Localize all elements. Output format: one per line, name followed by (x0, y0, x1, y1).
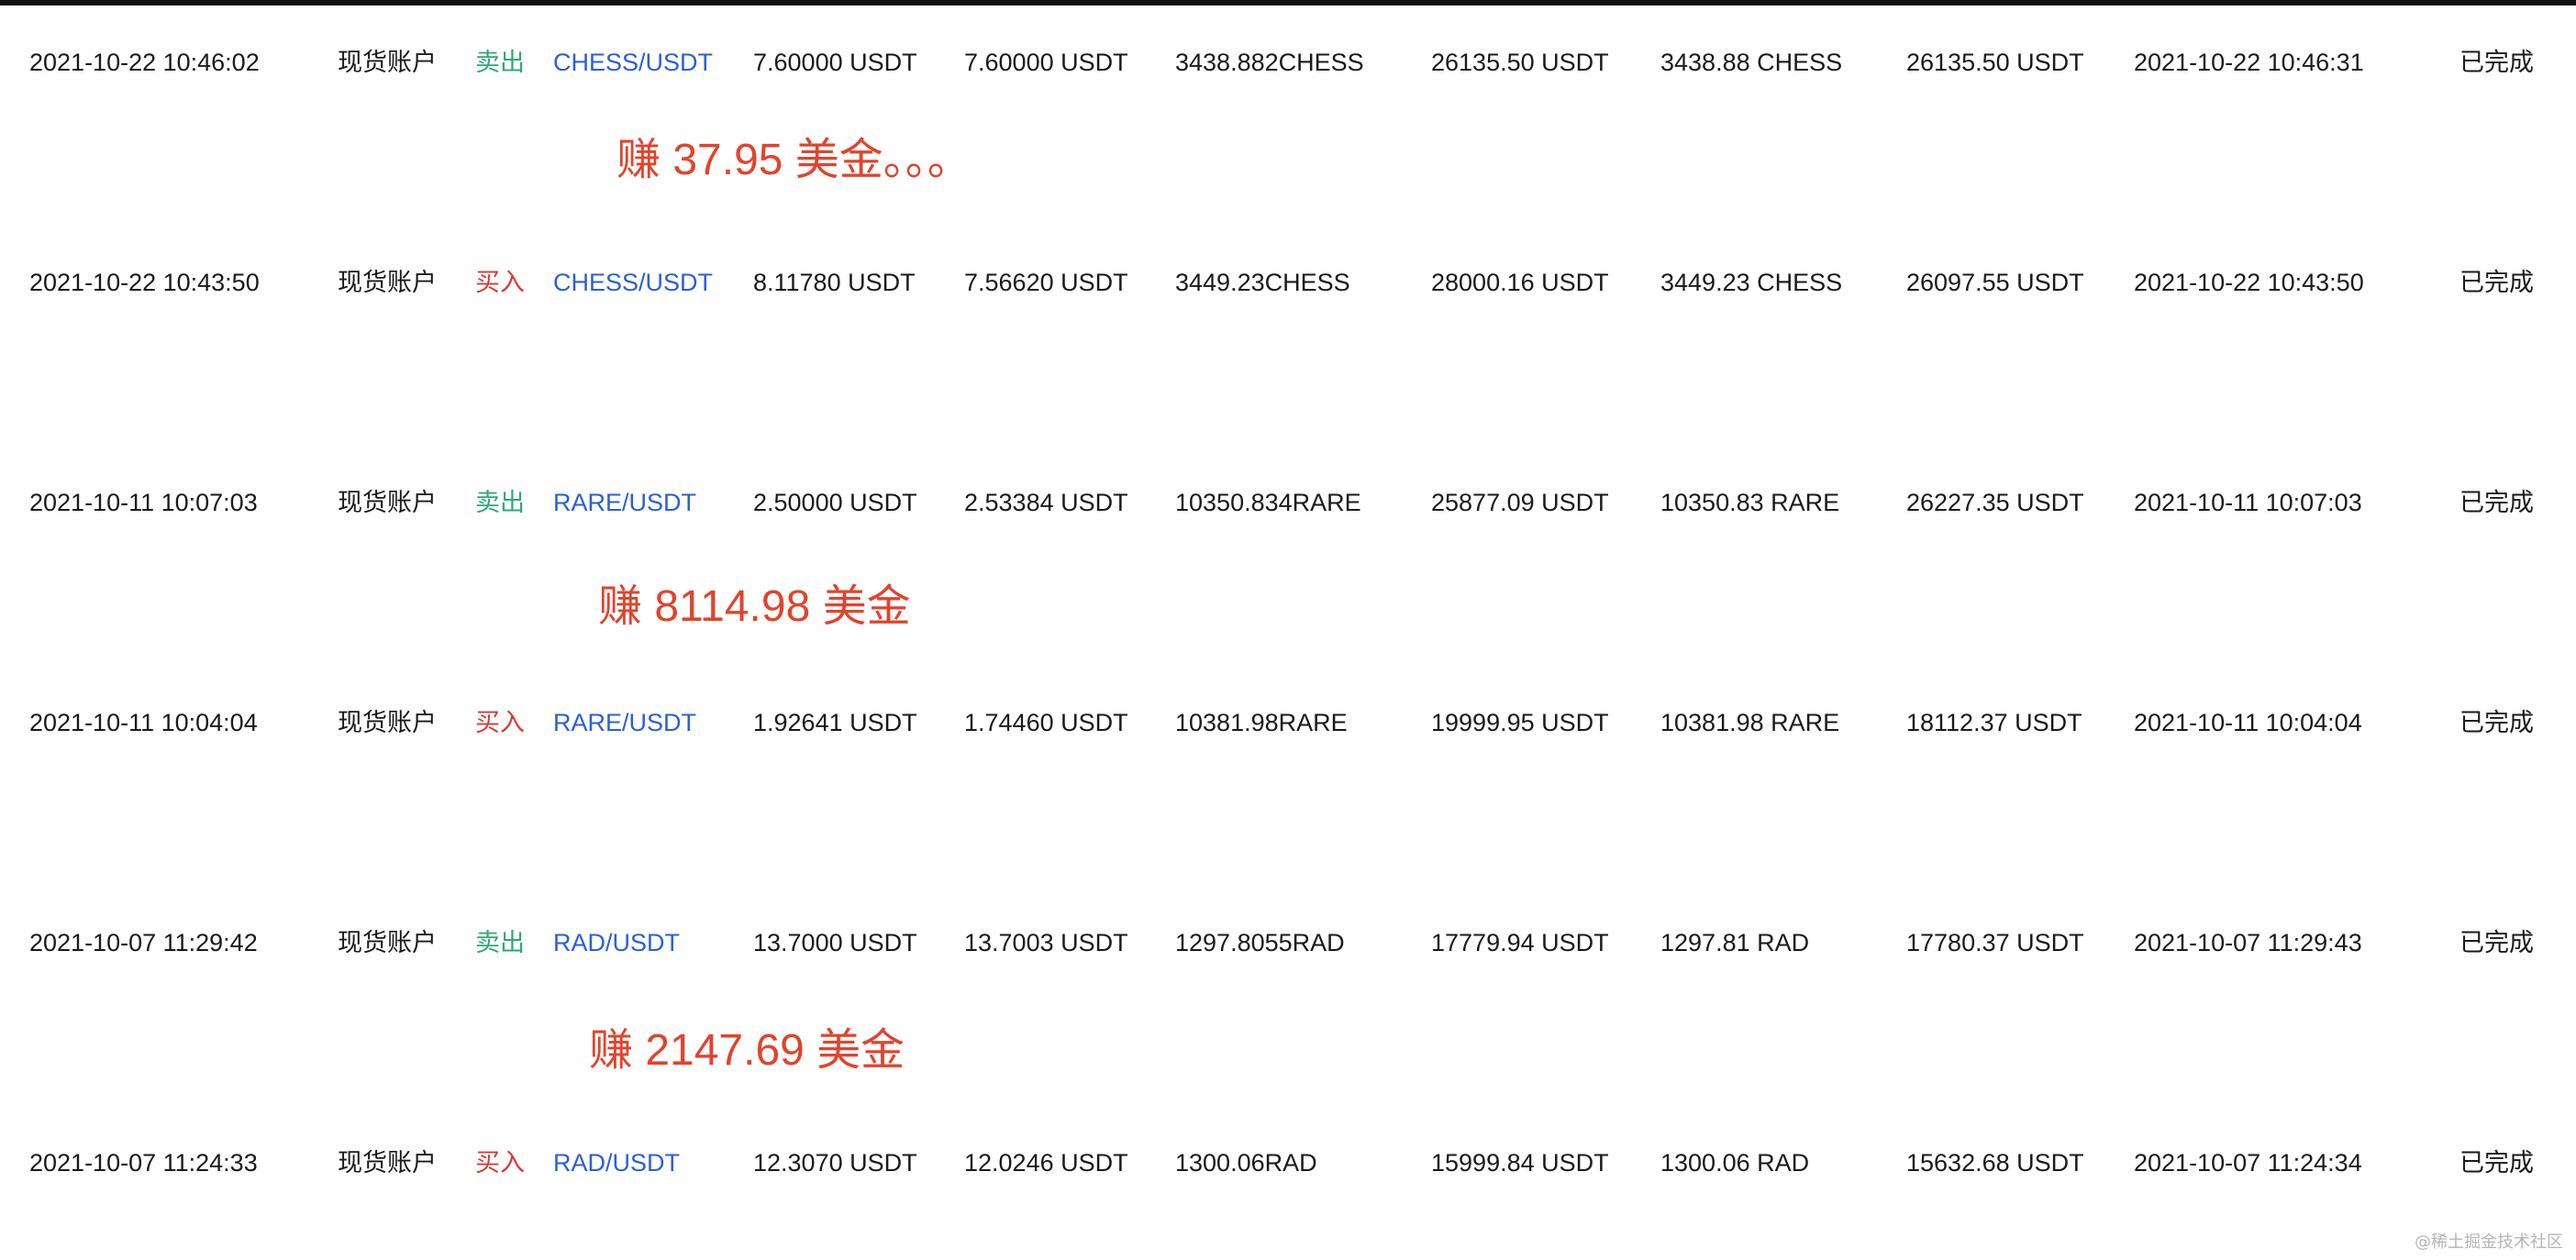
trading-pair-link[interactable]: CHESS/USDT (553, 35, 713, 90)
filled-total: 18112.37 USDT (1906, 709, 2082, 736)
filled-quantity: 1300.06 RAD (1660, 1149, 1810, 1177)
average-price: 7.60000 USDT (964, 49, 1128, 76)
filled-total: 15632.68 USDT (1906, 1149, 2084, 1177)
average-price: 1.74460 USDT (964, 709, 1128, 736)
account-type: 现货账户 (338, 1149, 437, 1177)
filled-quantity: 3438.88 CHESS (1660, 49, 1843, 76)
order-quantity: 10381.98RARE (1175, 709, 1348, 736)
order-price: 8.11780 USDT (753, 269, 916, 296)
account-type: 现货账户 (338, 489, 437, 516)
order-time: 2021-10-11 10:04:04 (29, 709, 258, 736)
order-row: 2021-10-07 11:29:42 现货账户 卖出 RAD/USDT 13.… (0, 915, 2576, 970)
filled-total: 26135.50 USDT (1906, 49, 2084, 76)
status-text: 已完成 (2459, 269, 2534, 296)
filled-quantity: 3449.23 CHESS (1660, 269, 1843, 296)
completion-time: 2021-10-11 10:07:03 (2134, 489, 2362, 516)
account-type: 现货账户 (338, 49, 437, 76)
top-border (0, 0, 2576, 6)
profit-annotation-chess: 赚 37.95 美金。。。 (616, 136, 972, 184)
order-price: 1.92641 USDT (753, 709, 917, 736)
side-label: 买入 (475, 1149, 525, 1177)
side-label: 卖出 (475, 49, 525, 76)
order-row: 2021-10-11 10:07:03 现货账户 卖出 RARE/USDT 2.… (0, 475, 2576, 530)
order-amount: 26135.50 USDT (1431, 49, 1609, 76)
side-label: 卖出 (475, 929, 525, 956)
order-time: 2021-10-22 10:43:50 (29, 269, 260, 296)
order-row: 2021-10-07 11:24:33 现货账户 买入 RAD/USDT 12.… (0, 1135, 2576, 1190)
filled-total: 26227.35 USDT (1906, 489, 2084, 516)
order-time: 2021-10-07 11:24:33 (29, 1149, 258, 1177)
status-text: 已完成 (2459, 489, 2534, 516)
completion-time: 2021-10-11 10:04:04 (2134, 709, 2362, 736)
watermark: @稀土掘金技术社区 (2415, 1232, 2563, 1252)
order-time: 2021-10-22 10:46:02 (29, 49, 260, 76)
order-quantity: 3449.23CHESS (1175, 269, 1350, 296)
order-row: 2021-10-22 10:43:50 现货账户 买入 CHESS/USDT 8… (0, 255, 2576, 310)
status-text: 已完成 (2459, 1149, 2534, 1177)
status-text: 已完成 (2459, 929, 2534, 956)
account-type: 现货账户 (338, 709, 437, 736)
order-time: 2021-10-11 10:07:03 (29, 489, 258, 516)
order-time: 2021-10-07 11:29:42 (29, 929, 258, 956)
trading-pair-link[interactable]: CHESS/USDT (553, 255, 713, 310)
status-text: 已完成 (2459, 49, 2534, 76)
filled-quantity: 1297.81 RAD (1660, 929, 1810, 956)
trading-pair-link[interactable]: RAD/USDT (553, 1135, 680, 1190)
order-quantity: 1300.06RAD (1175, 1149, 1317, 1177)
order-amount: 28000.16 USDT (1431, 269, 1609, 296)
filled-total: 17780.37 USDT (1906, 929, 2084, 956)
account-type: 现货账户 (338, 269, 437, 296)
profit-annotation-rad: 赚 2147.69 美金 (589, 1026, 905, 1075)
order-quantity: 1297.8055RAD (1175, 929, 1345, 956)
filled-quantity: 10350.83 RARE (1660, 489, 1840, 516)
order-price: 7.60000 USDT (753, 49, 917, 76)
order-amount: 25877.09 USDT (1431, 489, 1609, 516)
order-quantity: 10350.834RARE (1175, 489, 1361, 516)
side-label: 买入 (475, 709, 525, 736)
order-amount: 17779.94 USDT (1431, 929, 1609, 956)
filled-quantity: 10381.98 RARE (1660, 709, 1840, 736)
order-amount: 19999.95 USDT (1431, 709, 1609, 736)
order-amount: 15999.84 USDT (1431, 1149, 1609, 1177)
account-type: 现货账户 (338, 929, 437, 956)
filled-total: 26097.55 USDT (1906, 269, 2084, 296)
trading-pair-link[interactable]: RARE/USDT (553, 475, 696, 530)
order-row: 2021-10-22 10:46:02 现货账户 卖出 CHESS/USDT 7… (0, 35, 2576, 90)
side-label: 卖出 (475, 489, 525, 516)
order-quantity: 3438.882CHESS (1175, 49, 1364, 76)
average-price: 13.7003 USDT (964, 929, 1128, 956)
completion-time: 2021-10-22 10:43:50 (2134, 269, 2364, 296)
order-row: 2021-10-11 10:04:04 现货账户 买入 RARE/USDT 1.… (0, 695, 2576, 750)
average-price: 7.56620 USDT (964, 269, 1128, 296)
side-label: 买入 (475, 269, 525, 296)
trading-pair-link[interactable]: RARE/USDT (553, 695, 696, 750)
order-price: 2.50000 USDT (753, 489, 917, 516)
trading-pair-link[interactable]: RAD/USDT (553, 915, 680, 970)
status-text: 已完成 (2459, 709, 2534, 736)
completion-time: 2021-10-07 11:29:43 (2134, 929, 2362, 956)
order-price: 13.7000 USDT (753, 929, 917, 956)
order-price: 12.3070 USDT (753, 1149, 917, 1177)
average-price: 12.0246 USDT (964, 1149, 1128, 1177)
completion-time: 2021-10-07 11:24:34 (2134, 1149, 2362, 1177)
profit-annotation-rare: 赚 8114.98 美金 (598, 582, 911, 631)
completion-time: 2021-10-22 10:46:31 (2134, 49, 2364, 76)
average-price: 2.53384 USDT (964, 489, 1128, 516)
